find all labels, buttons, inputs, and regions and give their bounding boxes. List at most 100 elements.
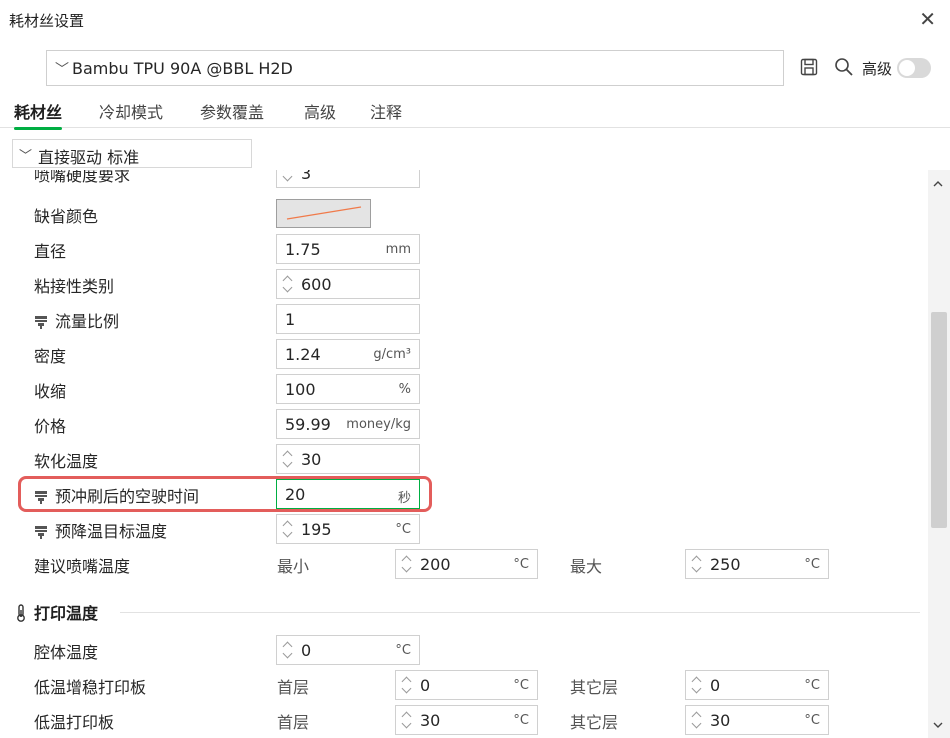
scroll-up-icon[interactable] xyxy=(933,179,943,189)
nozzle-icon xyxy=(35,316,47,329)
tab-advanced[interactable]: 高级 xyxy=(304,99,336,123)
save-icon[interactable] xyxy=(800,58,818,76)
low-plate-first-input[interactable]: 30 °C xyxy=(395,705,538,735)
shrinkage-input[interactable]: 100 % xyxy=(276,374,420,404)
label-low-temp-plate: 低温打印板 xyxy=(34,713,115,732)
diameter-input[interactable]: 1.75 mm xyxy=(276,234,420,264)
row-diameter: 直径 1.75 mm xyxy=(0,231,928,266)
row-nozzle-temp-range: 建议喷嘴温度 最小 200 °C 最大 250 °C xyxy=(0,546,928,581)
label-nozzle-hardness: 喷嘴硬度要求 xyxy=(34,170,131,185)
shrinkage-unit: % xyxy=(398,382,411,397)
window-title: 耗材丝设置 xyxy=(9,12,85,30)
thermometer-icon xyxy=(17,604,25,622)
row-adhesion: 粘接性类别 600 xyxy=(0,266,928,301)
adhesion-input[interactable]: 600 xyxy=(276,269,420,299)
tab-overrides[interactable]: 参数覆盖 xyxy=(200,99,264,123)
nozzle-temp-min-unit: °C xyxy=(513,557,529,572)
row-flow-ratio: 流量比例 1 xyxy=(0,301,928,336)
label-min: 最小 xyxy=(277,557,310,576)
spin-arrows-icon[interactable] xyxy=(400,709,414,731)
label-precool-target: 预降温目标温度 xyxy=(55,522,168,541)
flow-ratio-label-group: 流量比例 xyxy=(34,308,119,332)
search-icon[interactable] xyxy=(834,57,854,77)
density-value: 1.24 xyxy=(285,345,321,364)
tab-filament[interactable]: 耗材丝 xyxy=(14,99,63,130)
nozzle-temp-max-input[interactable]: 250 °C xyxy=(685,549,829,579)
precool-target-unit: °C xyxy=(395,522,411,537)
label-chamber-temp: 腔体温度 xyxy=(34,643,99,662)
spin-arrows-icon[interactable] xyxy=(281,170,295,184)
row-shrinkage: 收缩 100 % xyxy=(0,371,928,406)
price-input[interactable]: 59.99 money/kg xyxy=(276,409,420,439)
spin-arrows-icon[interactable] xyxy=(281,639,295,661)
section-divider xyxy=(120,612,920,613)
label-low-temp-stable-plate: 低温增稳打印板 xyxy=(34,678,147,697)
spin-arrows-icon[interactable] xyxy=(690,674,704,696)
print-temp-section-header: 打印温度 xyxy=(14,600,98,624)
no-color-slash-icon xyxy=(286,206,362,220)
nozzle-temp-min-input[interactable]: 200 °C xyxy=(395,549,538,579)
label-density: 密度 xyxy=(34,347,67,366)
filament-preset-select[interactable]: ﹀ Bambu TPU 90A @BBL H2D xyxy=(46,50,784,86)
close-icon[interactable]: ✕ xyxy=(919,7,936,31)
low-plate-other-input[interactable]: 30 °C xyxy=(685,705,829,735)
row-precool-target: 预降温目标温度 195 °C xyxy=(0,511,928,546)
pre-flush-travel-value: 20 xyxy=(285,485,306,504)
spin-arrows-icon[interactable] xyxy=(400,553,414,575)
price-value: 59.99 xyxy=(285,415,331,434)
advanced-toggle[interactable] xyxy=(897,58,931,78)
precool-target-input[interactable]: 195 °C xyxy=(276,514,420,544)
nozzle-hardness-value: 3 xyxy=(301,170,312,183)
flow-ratio-input[interactable]: 1 xyxy=(276,304,420,334)
label-other-layers: 其它层 xyxy=(570,713,619,732)
row-density: 密度 1.24 g/cm³ xyxy=(0,336,928,371)
extruder-variant-select[interactable]: ﹀ 直接驱动 标准 xyxy=(12,139,252,168)
settings-panel: 喷嘴硬度要求 3 缺省颜色 直径 1.75 mm 粘接性类别 600 流量比例 … xyxy=(0,170,928,738)
stable-plate-first-value: 0 xyxy=(420,676,431,695)
chamber-temp-input[interactable]: 0 °C xyxy=(276,635,420,665)
spin-arrows-icon[interactable] xyxy=(400,674,414,696)
row-softening-temp: 软化温度 30 xyxy=(0,441,928,476)
spin-arrows-icon[interactable] xyxy=(690,709,704,731)
label-first-layer: 首层 xyxy=(277,678,310,697)
chamber-temp-value: 0 xyxy=(301,641,312,660)
default-color-swatch[interactable] xyxy=(276,199,371,228)
spin-arrows-icon[interactable] xyxy=(281,273,295,295)
scrollbar-thumb[interactable] xyxy=(931,312,947,528)
nozzle-temp-max-unit: °C xyxy=(804,557,820,572)
label-flow-ratio: 流量比例 xyxy=(55,312,120,331)
spin-arrows-icon[interactable] xyxy=(281,518,295,540)
scroll-down-icon[interactable] xyxy=(933,720,943,730)
label-adhesion: 粘接性类别 xyxy=(34,277,115,296)
tab-notes[interactable]: 注释 xyxy=(370,99,402,123)
softening-temp-input[interactable]: 30 xyxy=(276,444,420,474)
spin-arrows-icon[interactable] xyxy=(690,553,704,575)
pre-flush-label-group: 预冲刷后的空驶时间 xyxy=(34,483,199,507)
label-first-layer: 首层 xyxy=(277,713,310,732)
spin-arrows-icon[interactable] xyxy=(281,448,295,470)
low-plate-other-value: 30 xyxy=(710,711,731,730)
softening-temp-value: 30 xyxy=(301,450,322,469)
precool-target-value: 195 xyxy=(301,520,332,539)
stable-plate-first-input[interactable]: 0 °C xyxy=(395,670,538,700)
label-nozzle-temp-range: 建议喷嘴温度 xyxy=(34,557,131,576)
density-input[interactable]: 1.24 g/cm³ xyxy=(276,339,420,369)
flow-ratio-value: 1 xyxy=(285,310,296,329)
pre-flush-travel-unit: 秒 xyxy=(397,491,411,506)
row-low-temp-stable-plate: 低温增稳打印板 首层 0 °C 其它层 0 °C xyxy=(0,667,928,702)
print-temp-title: 打印温度 xyxy=(34,604,99,623)
pre-flush-travel-input[interactable]: 20 秒 xyxy=(276,479,420,509)
stable-plate-other-input[interactable]: 0 °C xyxy=(685,670,829,700)
low-plate-other-unit: °C xyxy=(804,713,820,728)
tab-cooling[interactable]: 冷却模式 xyxy=(99,99,163,123)
label-pre-flush-travel: 预冲刷后的空驶时间 xyxy=(55,487,200,506)
vertical-scrollbar[interactable] xyxy=(928,170,950,738)
nozzle-hardness-input[interactable]: 3 xyxy=(276,170,420,188)
tab-bar: 耗材丝 冷却模式 参数覆盖 高级 注释 xyxy=(0,96,950,130)
advanced-label: 高级 xyxy=(862,60,893,78)
nozzle-icon xyxy=(35,491,47,504)
shrinkage-value: 100 xyxy=(285,380,316,399)
precool-label-group: 预降温目标温度 xyxy=(34,518,167,542)
label-price: 价格 xyxy=(34,417,67,436)
stable-plate-other-unit: °C xyxy=(804,678,820,693)
